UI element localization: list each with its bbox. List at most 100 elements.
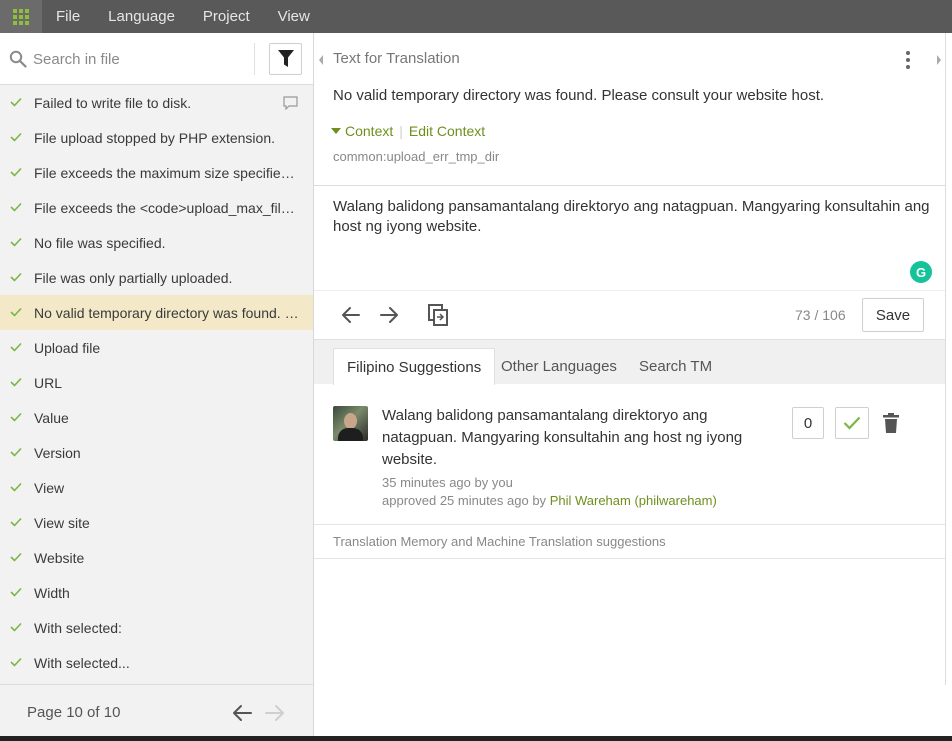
string-list-item[interactable]: View site xyxy=(0,505,313,540)
context-row: Context | Edit Context xyxy=(331,123,485,139)
tm-section-title: Translation Memory and Machine Translati… xyxy=(333,534,666,549)
string-list-item[interactable]: No valid temporary directory was found. … xyxy=(0,295,313,330)
string-key: common:upload_err_tmp_dir xyxy=(333,149,500,164)
string-list-item[interactable]: No file was specified. xyxy=(0,225,313,260)
context-separator: | xyxy=(399,123,403,139)
string-list-item[interactable]: Version xyxy=(0,435,313,470)
string-label: With selected... xyxy=(34,654,130,671)
check-icon xyxy=(10,167,22,177)
string-list-item[interactable]: Website xyxy=(0,540,313,575)
comment-icon[interactable] xyxy=(283,96,298,110)
string-label: No valid temporary directory was found. … xyxy=(34,304,300,321)
string-list-item[interactable]: View xyxy=(0,470,313,505)
check-icon xyxy=(10,307,22,317)
divider xyxy=(314,185,945,186)
panel-title: Text for Translation xyxy=(333,50,460,67)
search-divider xyxy=(254,43,255,75)
check-icon xyxy=(10,657,22,667)
page-indicator: Page 10 of 10 xyxy=(27,704,121,721)
collapse-left-icon[interactable] xyxy=(316,53,326,67)
previous-string-icon[interactable] xyxy=(341,305,361,325)
window-bottom-edge xyxy=(0,736,952,741)
string-list-item[interactable]: With selected... xyxy=(0,645,313,680)
check-icon xyxy=(10,342,22,352)
string-label: Width xyxy=(34,584,70,601)
string-label: Upload file xyxy=(34,339,101,356)
search-icon xyxy=(9,50,27,68)
divider xyxy=(314,558,945,559)
string-list: Failed to write file to disk. File upload… xyxy=(0,85,313,680)
save-button[interactable]: Save xyxy=(862,298,924,332)
check-icon xyxy=(10,237,22,247)
string-label: View xyxy=(34,479,65,496)
approved-label: approved 25 minutes ago by xyxy=(382,493,547,508)
suggestion-approved: approved 25 minutes ago by Phil Wareham … xyxy=(382,493,717,508)
string-list-item[interactable]: With selected: xyxy=(0,610,313,645)
approve-button[interactable] xyxy=(835,407,869,439)
string-list-item[interactable]: Failed to write file to disk. xyxy=(0,85,313,120)
string-list-item[interactable]: URL xyxy=(0,365,313,400)
string-list-item[interactable]: File exceeds the maximum size specified … xyxy=(0,155,313,190)
check-icon xyxy=(10,552,22,562)
context-toggle[interactable]: Context xyxy=(345,123,393,139)
menubar: File Language Project View xyxy=(0,0,952,33)
check-icon xyxy=(10,412,22,422)
grammarly-icon[interactable]: G xyxy=(910,261,932,283)
next-string-icon[interactable] xyxy=(379,305,399,325)
check-icon xyxy=(10,97,22,107)
avatar xyxy=(333,406,368,441)
next-page-icon[interactable] xyxy=(264,703,286,723)
suggestion-text[interactable]: Walang balidong pansamantalang direktory… xyxy=(382,405,752,471)
context-toggle-icon[interactable] xyxy=(331,128,341,134)
string-list-item[interactable]: File upload stopped by PHP extension. xyxy=(0,120,313,155)
approver-link[interactable]: Phil Wareham (philwareham) xyxy=(550,493,717,508)
string-label: Failed to write file to disk. xyxy=(34,94,192,111)
search-bar xyxy=(0,33,313,85)
string-list-item[interactable]: Value xyxy=(0,400,313,435)
tab-search-tm[interactable]: Search TM xyxy=(626,348,725,385)
check-icon xyxy=(10,132,22,142)
vote-count: 0 xyxy=(792,407,824,439)
check-icon xyxy=(10,272,22,282)
right-panel-edge xyxy=(945,33,952,685)
suggestion-submitted: 35 minutes ago by you xyxy=(382,475,513,490)
check-icon xyxy=(10,377,22,387)
menu-view[interactable]: View xyxy=(264,0,324,33)
trash-icon[interactable] xyxy=(882,413,900,433)
menu-project[interactable]: Project xyxy=(189,0,264,33)
string-label: Value xyxy=(34,409,69,426)
string-label: URL xyxy=(34,374,63,391)
prev-page-icon[interactable] xyxy=(231,703,253,723)
divider xyxy=(314,290,945,291)
grid-icon xyxy=(13,8,29,25)
check-icon xyxy=(10,587,22,597)
filter-button[interactable] xyxy=(269,43,302,75)
string-label: View site xyxy=(34,514,90,531)
collapse-right-icon[interactable] xyxy=(934,53,944,67)
filter-icon xyxy=(277,50,294,67)
sidebar: Failed to write file to disk. File upload… xyxy=(0,33,314,741)
string-list-item[interactable]: File was only partially uploaded. xyxy=(0,260,313,295)
string-label: File exceeds the maximum size specified … xyxy=(34,164,300,181)
string-counter: 73 / 106 xyxy=(795,307,846,323)
edit-context-link[interactable]: Edit Context xyxy=(409,123,485,139)
string-list-item[interactable]: Upload file xyxy=(0,330,313,365)
search-input[interactable] xyxy=(33,47,248,71)
menu-file[interactable]: File xyxy=(42,0,94,33)
translation-textarea[interactable]: Walang balidong pansamantalang direktory… xyxy=(333,197,931,237)
check-icon xyxy=(10,202,22,212)
copy-source-icon[interactable] xyxy=(427,303,449,327)
menu-language[interactable]: Language xyxy=(94,0,189,33)
pager: Page 10 of 10 xyxy=(0,684,313,741)
string-list-item[interactable]: File exceeds the <code>upload_max_filesi… xyxy=(0,190,313,225)
check-icon xyxy=(843,416,861,430)
more-options-icon[interactable] xyxy=(902,49,914,71)
string-list-item[interactable]: Width xyxy=(0,575,313,610)
tab-filipino-suggestions[interactable]: Filipino Suggestions xyxy=(333,348,496,385)
string-label: Version xyxy=(34,444,81,461)
string-label: File upload stopped by PHP extension. xyxy=(34,129,276,146)
string-label: With selected: xyxy=(34,619,122,636)
source-string: No valid temporary directory was found. … xyxy=(333,87,825,104)
tab-other-languages[interactable]: Other Languages xyxy=(488,348,630,385)
apps-grid-button[interactable] xyxy=(0,0,42,33)
